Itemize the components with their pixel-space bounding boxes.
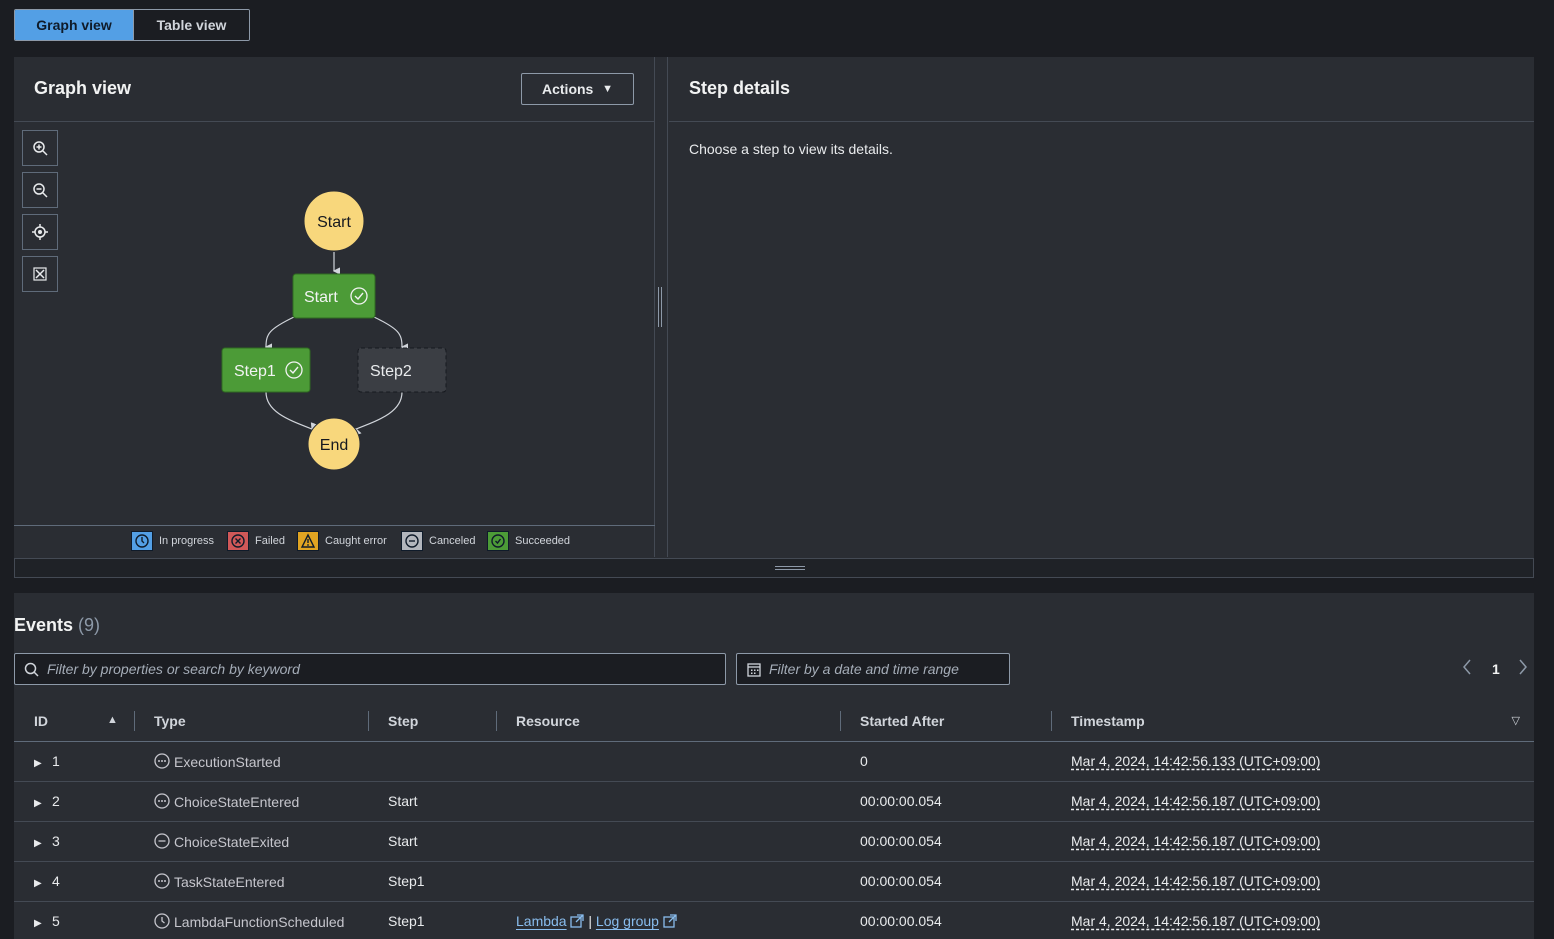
warning-icon (297, 531, 319, 551)
table-header-row: ID ▲ Type Step Resource Started After Ti… (14, 701, 1534, 742)
panel-resize-handle[interactable] (655, 57, 668, 557)
events-title: Events (9) (14, 615, 101, 635)
edge-start-step1 (264, 316, 295, 351)
column-step[interactable]: Step (368, 701, 496, 742)
start-node[interactable]: Start (303, 190, 365, 252)
execution-panel: Graph view Actions ▼ Start Start Step1 S… (14, 57, 1534, 578)
timestamp[interactable]: Mar 4, 2024, 14:42:56.187 (UTC+09:00) (1071, 913, 1320, 929)
events-table: ID ▲ Type Step Resource Started After Ti… (14, 701, 1534, 939)
table-row[interactable]: ▶ 3 ChoiceStateExited Start 00:00:00.054 … (14, 821, 1534, 862)
column-timestamp[interactable]: Timestamp ▽ (1051, 701, 1534, 742)
timestamp[interactable]: Mar 4, 2024, 14:42:56.187 (UTC+09:00) (1071, 873, 1320, 889)
x-circle-icon (227, 531, 249, 551)
events-search-input[interactable]: Filter by properties or search by keywor… (14, 653, 726, 685)
edge-step2-end (354, 391, 403, 436)
table-row[interactable]: ▶ 4 TaskStateEntered Step1 00:00:00.054 M… (14, 861, 1534, 902)
step-details-panel: Step details Choose a step to view its d… (669, 57, 1534, 557)
search-icon (24, 662, 39, 677)
table-view-tab[interactable]: Table view (133, 10, 249, 40)
dots-circle-icon (154, 792, 170, 809)
prev-page-icon[interactable] (1462, 659, 1472, 678)
svg-text:Step2: Step2 (370, 363, 412, 380)
table-row[interactable]: ▶ 5 LambdaFunctionScheduled Step1 Lambda … (14, 901, 1534, 939)
next-page-icon[interactable] (1518, 659, 1528, 678)
state-machine-graph: Start Start Step1 Step2 End (221, 190, 447, 471)
horizontal-resize-handle[interactable] (14, 558, 1534, 578)
date-range-filter[interactable]: Filter by a date and time range (736, 653, 1010, 685)
table-row[interactable]: ▶ 1 ExecutionStarted 0 Mar 4, 2024, 14:42… (14, 741, 1534, 782)
external-link-icon (663, 914, 677, 928)
events-count: (9) (78, 615, 101, 635)
actions-button[interactable]: Actions ▼ (521, 73, 634, 105)
column-started-after[interactable]: Started After (840, 701, 1051, 742)
timestamp[interactable]: Mar 4, 2024, 14:42:56.187 (UTC+09:00) (1071, 793, 1320, 809)
calendar-icon (747, 663, 761, 677)
edge-step1-end (265, 391, 318, 431)
expand-row-icon[interactable]: ▶ (34, 878, 52, 889)
legend-caught-error: Caught error (297, 531, 387, 551)
table-row[interactable]: ▶ 2 ChoiceStateEntered Start 00:00:00.054… (14, 781, 1534, 822)
sort-ascending-icon[interactable]: ▲ (107, 714, 118, 726)
legend-in-progress: In progress (131, 531, 214, 551)
clock-icon (154, 912, 170, 929)
expand-row-icon[interactable]: ▶ (34, 838, 52, 849)
column-type[interactable]: Type (134, 701, 368, 742)
end-node[interactable]: End (307, 417, 361, 471)
svg-text:Start: Start (317, 214, 351, 231)
svg-text:End: End (320, 437, 348, 454)
timestamp[interactable]: Mar 4, 2024, 14:42:56.187 (UTC+09:00) (1071, 833, 1320, 849)
clock-icon (131, 531, 153, 551)
dots-circle-icon (154, 872, 170, 889)
status-legend: In progress Failed Caught error Canceled (14, 525, 655, 557)
dots-circle-icon (154, 752, 170, 769)
grip-icon (775, 566, 805, 570)
actions-label: Actions (542, 81, 594, 97)
state-node-step1[interactable]: Step1 (221, 347, 311, 393)
edge-start-step2 (373, 316, 409, 351)
legend-failed: Failed (227, 531, 285, 551)
expand-row-icon[interactable]: ▶ (34, 798, 52, 809)
graph-panel: Graph view Actions ▼ Start Start Step1 S… (14, 57, 655, 557)
date-placeholder: Filter by a date and time range (769, 661, 959, 677)
filter-dropdown-icon[interactable]: ▽ (1512, 714, 1520, 727)
page-number[interactable]: 1 (1492, 661, 1500, 677)
column-id[interactable]: ID ▲ (14, 701, 134, 742)
expand-row-icon[interactable]: ▶ (34, 758, 52, 769)
minus-circle-icon (154, 832, 170, 849)
check-circle-icon (487, 531, 509, 551)
graph-panel-title: Graph view (34, 78, 132, 98)
search-placeholder: Filter by properties or search by keywor… (47, 661, 300, 677)
minus-circle-icon (401, 531, 423, 551)
svg-text:Step1: Step1 (234, 363, 276, 380)
legend-succeeded: Succeeded (487, 531, 570, 551)
grip-icon (658, 287, 662, 327)
state-node-start[interactable]: Start (292, 273, 376, 319)
view-toggle: Graph view Table view (14, 9, 250, 41)
svg-text:Start: Start (304, 289, 338, 306)
external-link-icon (570, 914, 585, 928)
state-node-step2[interactable]: Step2 (357, 347, 447, 393)
events-section: Events (9) Filter by properties or searc… (14, 593, 1534, 939)
graph-view-tab[interactable]: Graph view (15, 10, 133, 40)
link-separator: | (588, 913, 593, 929)
legend-canceled: Canceled (401, 531, 475, 551)
expand-row-icon[interactable]: ▶ (34, 918, 52, 929)
lambda-link[interactable]: Lambda (516, 913, 567, 929)
column-resource[interactable]: Resource (496, 701, 840, 742)
log-group-link[interactable]: Log group (596, 913, 659, 929)
step-details-message: Choose a step to view its details. (689, 141, 893, 157)
timestamp[interactable]: Mar 4, 2024, 14:42:56.133 (UTC+09:00) (1071, 753, 1320, 769)
caret-down-icon: ▼ (602, 83, 613, 95)
step-details-title: Step details (689, 78, 791, 98)
